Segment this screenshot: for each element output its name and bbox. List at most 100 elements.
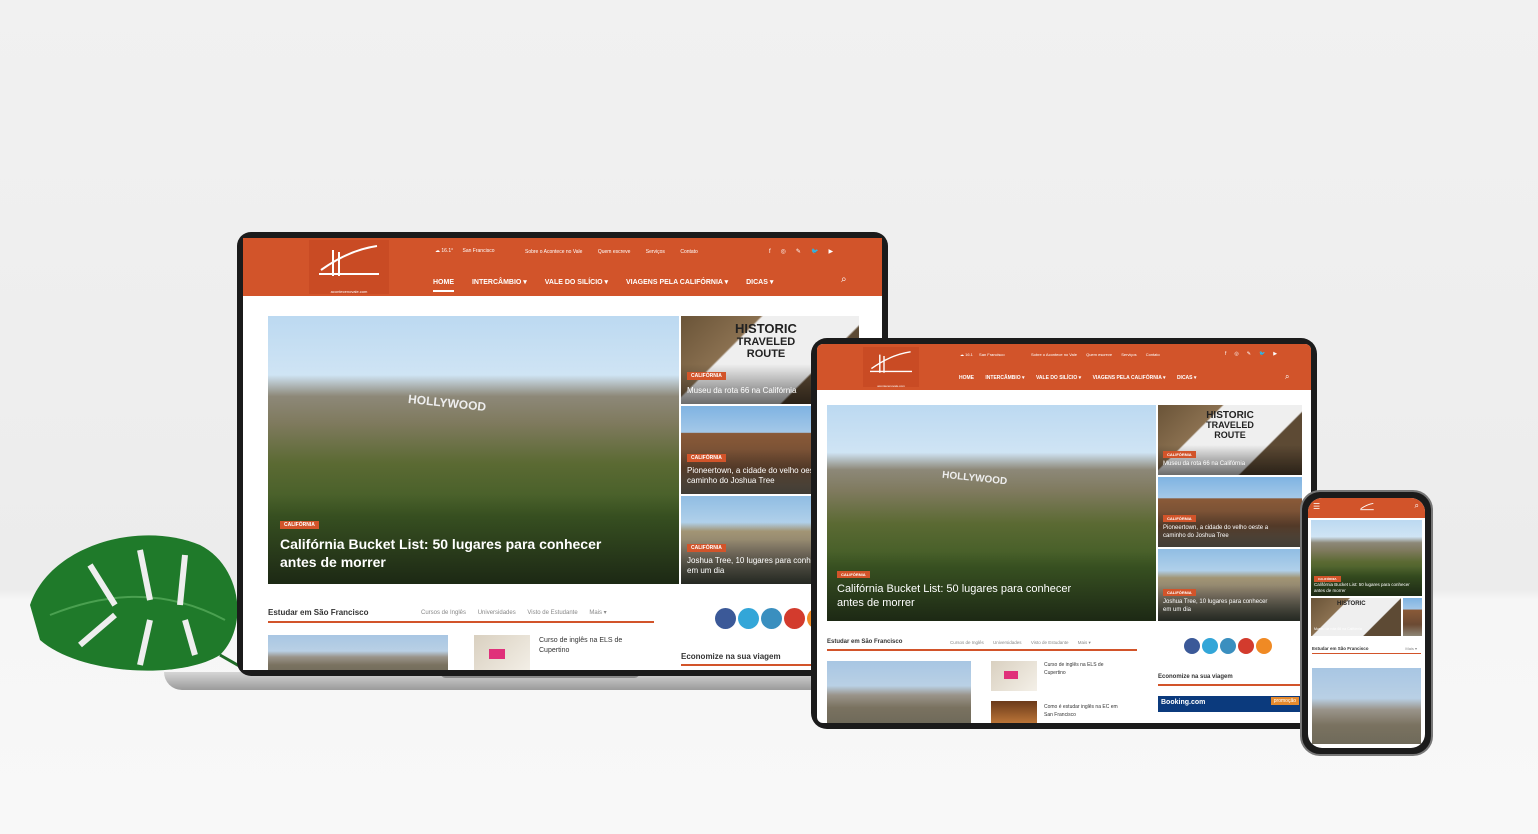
- booking-banner[interactable]: Booking.com promoção: [1158, 696, 1302, 712]
- tablet-hero-tag[interactable]: CALIFÓRNIA: [837, 571, 870, 578]
- menu-dicas[interactable]: DICAS ▾: [746, 279, 773, 286]
- phone-section-post-image[interactable]: [1312, 668, 1421, 744]
- side-post-2-title[interactable]: Pioneertown, a cidade do velho oeste a c…: [687, 466, 827, 486]
- tablet-menu-vale[interactable]: VALE DO SILÍCIO ▾: [1036, 375, 1081, 381]
- tablet-twitter-icon[interactable]: 🐦: [1259, 351, 1273, 357]
- tablet-section-post-2-title[interactable]: Como é estudar inglês na EC em San Franc…: [1044, 704, 1118, 719]
- youtube-icon[interactable]: ▶: [828, 249, 843, 255]
- tablet-device: acontecenovale.com ☁ 16.1 San Francisco …: [811, 338, 1317, 729]
- tablet-youtube-icon[interactable]: ▶: [1273, 351, 1285, 357]
- side-post-1-title[interactable]: Museu da rota 66 na Califórnia: [687, 386, 796, 396]
- phone-search-icon[interactable]: ⌕: [1415, 501, 1419, 511]
- tablet-side-post-3-tag[interactable]: CALIFÓRNIA: [1163, 589, 1196, 596]
- hamburger-icon[interactable]: ☰: [1313, 502, 1320, 511]
- tablet-rss-circle-icon[interactable]: [1256, 638, 1272, 654]
- tablet-facebook-icon[interactable]: f: [1225, 351, 1234, 357]
- tablet-section-post-1-title[interactable]: Curso de inglês na ELS de Cupertino: [1044, 662, 1103, 677]
- tablet-hero-post[interactable]: HOLLYWOOD CALIFÓRNIA Califórnia Bucket L…: [827, 405, 1156, 621]
- tablet-instagram-icon[interactable]: ◎: [1234, 351, 1246, 357]
- side-post-2-tag[interactable]: CALIFÓRNIA: [687, 454, 726, 462]
- tablet-side-post-1[interactable]: HISTORIC TRAVELED ROUTE CALIFÓRNIA Museu…: [1158, 405, 1302, 475]
- tablet-search-icon[interactable]: ⌕: [1285, 372, 1289, 382]
- tablet-section-post-image[interactable]: [827, 661, 971, 723]
- tablet-twitter-circle-icon[interactable]: [1202, 638, 1218, 654]
- tablet-logo[interactable]: acontecenovale.com: [863, 347, 919, 388]
- twitter-icon[interactable]: 🐦: [811, 249, 828, 255]
- tablet-side-post-3[interactable]: CALIFÓRNIA Joshua Tree, 10 lugares para …: [1158, 549, 1302, 621]
- phone-more-tab[interactable]: Mais ▾: [1405, 646, 1417, 651]
- side-post-3-tag[interactable]: CALIFÓRNIA: [687, 544, 726, 552]
- top-link-about[interactable]: Sobre o Acontece no Vale: [525, 249, 582, 255]
- phone-side-post-1-title[interactable]: Museu da rota 66 na Califórnia: [1314, 627, 1362, 631]
- tablet-pinterest-icon[interactable]: ✎: [1247, 351, 1259, 357]
- twitter-circle-icon[interactable]: [738, 608, 759, 629]
- tablet-tab-mais[interactable]: Mais ▾: [1078, 640, 1091, 645]
- tablet-tab-visto[interactable]: Visto de Estudante: [1031, 640, 1069, 645]
- tablet-side-post-1-title[interactable]: Museu da rota 66 na Califórnia: [1163, 461, 1245, 469]
- top-link-services[interactable]: Serviços: [646, 249, 665, 255]
- search-icon[interactable]: ⌕: [841, 274, 847, 285]
- tablet-section-post-1-line1: Curso de inglês na ELS de: [1044, 662, 1104, 668]
- tablet-menu-viagens[interactable]: VIAGENS PELA CALIFÓRNIA ▾: [1093, 375, 1166, 381]
- tablet-menu-dicas[interactable]: DICAS ▾: [1177, 375, 1196, 381]
- tablet-link-services[interactable]: Serviços: [1121, 352, 1136, 357]
- section-post-1-title[interactable]: Curso de inglês na ELS de Cupertino: [539, 636, 622, 656]
- tablet-side-post-2-tag[interactable]: CALIFÓRNIA: [1163, 515, 1196, 522]
- menu-intercambio[interactable]: INTERCÂMBIO ▾: [472, 279, 527, 286]
- facebook-circle-icon[interactable]: [715, 608, 736, 629]
- hero-title[interactable]: Califórnia Bucket List: 50 lugares para …: [280, 536, 601, 571]
- instagram-circle-icon[interactable]: [761, 608, 782, 629]
- tablet-logo-text: acontecenovale.com: [877, 384, 905, 388]
- sign-text-1: HISTORIC: [735, 321, 797, 336]
- tablet-hero-title-line2: antes de morrer: [837, 596, 915, 609]
- tablet-side-post-3-title[interactable]: Joshua Tree, 10 lugares para conhecer em…: [1163, 599, 1267, 614]
- tablet-tab-universidades[interactable]: Universidades: [993, 640, 1022, 645]
- tab-universidades[interactable]: Universidades: [478, 610, 516, 616]
- phone-hero-post[interactable]: CALIFÓRNIA Califórnia Bucket List: 50 lu…: [1311, 520, 1422, 596]
- tablet-side-post-1-tag[interactable]: CALIFÓRNIA: [1163, 451, 1196, 458]
- tablet-link-authors[interactable]: Quem escreve: [1086, 352, 1112, 357]
- tablet-section-post-2-thumb[interactable]: [991, 701, 1037, 723]
- section-post-image[interactable]: [268, 635, 448, 670]
- hero-post[interactable]: HOLLYWOOD CALIFÓRNIA Califórnia Bucket L…: [268, 316, 679, 584]
- phone-device: ☰ ⌕ CALIFÓRNIA Califórnia Bucket List: 5…: [1300, 490, 1433, 756]
- tab-visto[interactable]: Visto de Estudante: [527, 610, 577, 616]
- side-post-3-title-line2: em um dia: [687, 566, 725, 575]
- menu-home[interactable]: HOME: [433, 279, 454, 292]
- tablet-link-contact[interactable]: Contato: [1146, 352, 1160, 357]
- top-link-authors[interactable]: Quem escreve: [598, 249, 631, 255]
- tablet-tab-cursos[interactable]: Cursos de Inglês: [950, 640, 984, 645]
- monstera-leaf-decoration: [30, 535, 250, 674]
- tablet-section-post-1-thumb[interactable]: [991, 661, 1037, 691]
- tab-cursos[interactable]: Cursos de Inglês: [421, 610, 466, 616]
- tablet-youtube-circle-icon[interactable]: [1238, 638, 1254, 654]
- tablet-screen: acontecenovale.com ☁ 16.1 San Francisco …: [817, 344, 1311, 723]
- instagram-icon[interactable]: ◎: [781, 249, 796, 255]
- tablet-menu-intercambio[interactable]: INTERCÂMBIO ▾: [985, 375, 1024, 381]
- menu-vale-do-silicio[interactable]: VALE DO SILÍCIO ▾: [545, 279, 608, 286]
- tablet-menu-home[interactable]: HOME: [959, 375, 974, 381]
- booking-logo: Booking.com: [1161, 699, 1206, 706]
- hero-tag[interactable]: CALIFÓRNIA: [280, 521, 319, 529]
- phone-side-post-1[interactable]: HISTORIC Museu da rota 66 na Califórnia: [1311, 598, 1401, 636]
- youtube-circle-icon[interactable]: [784, 608, 805, 629]
- tablet-side-post-2-title[interactable]: Pioneertown, a cidade do velho oeste a c…: [1163, 525, 1268, 540]
- section-post-1-thumb[interactable]: [474, 635, 530, 670]
- tablet-facebook-circle-icon[interactable]: [1184, 638, 1200, 654]
- phone-side-post-2[interactable]: [1403, 598, 1422, 636]
- tablet-link-about[interactable]: Sobre o Acontece no Vale: [1031, 352, 1077, 357]
- facebook-icon[interactable]: f: [769, 249, 781, 255]
- tablet-side-post-2[interactable]: CALIFÓRNIA Pioneertown, a cidade do velh…: [1158, 477, 1302, 547]
- side-post-3-title[interactable]: Joshua Tree, 10 lugares para conhecer em…: [687, 556, 826, 576]
- side-post-1-tag[interactable]: CALIFÓRNIA: [687, 372, 726, 380]
- top-link-contact[interactable]: Contato: [680, 249, 698, 255]
- tablet-section-tabs: Cursos de Inglês Universidades Visto de …: [950, 640, 1091, 646]
- site-logo[interactable]: acontecenovale.com: [309, 240, 389, 294]
- phone-hero-title[interactable]: Califórnia Bucket List: 50 lugares para …: [1314, 582, 1410, 593]
- tab-mais[interactable]: Mais ▾: [589, 610, 606, 616]
- tablet-hero-title[interactable]: Califórnia Bucket List: 50 lugares para …: [837, 583, 1071, 611]
- pinterest-icon[interactable]: ✎: [796, 249, 811, 255]
- menu-viagens-california[interactable]: VIAGENS PELA CALIFÓRNIA ▾: [626, 279, 728, 286]
- tablet-instagram-circle-icon[interactable]: [1220, 638, 1236, 654]
- phone-logo-icon[interactable]: [1358, 501, 1376, 513]
